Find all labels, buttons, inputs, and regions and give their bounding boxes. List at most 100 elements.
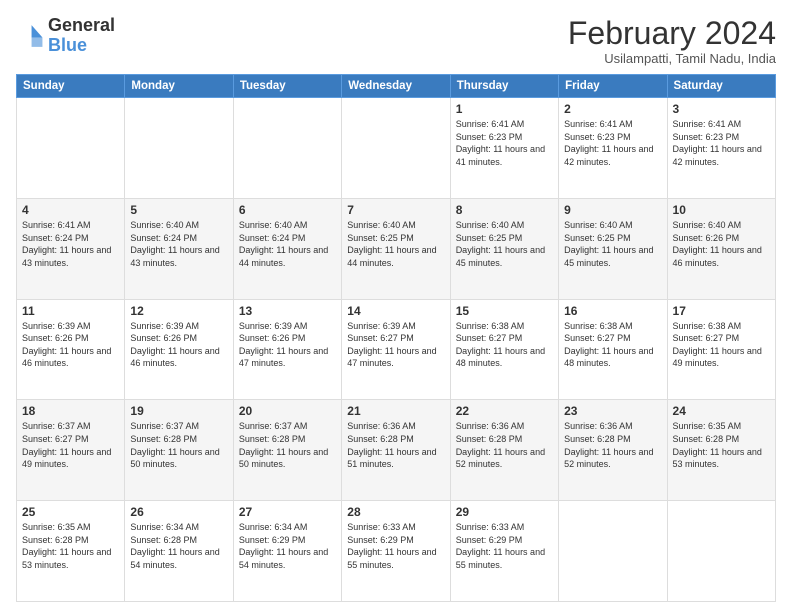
- day-info: Sunrise: 6:36 AM Sunset: 6:28 PM Dayligh…: [456, 420, 553, 470]
- day-number: 15: [456, 304, 553, 318]
- day-info: Sunrise: 6:40 AM Sunset: 6:24 PM Dayligh…: [239, 219, 336, 269]
- day-number: 18: [22, 404, 119, 418]
- day-number: 3: [673, 102, 770, 116]
- day-number: 19: [130, 404, 227, 418]
- table-row: 18 Sunrise: 6:37 AM Sunset: 6:27 PM Dayli…: [17, 400, 125, 501]
- calendar-week-1: 1 Sunrise: 6:41 AM Sunset: 6:23 PM Daylig…: [17, 98, 776, 199]
- day-info: Sunrise: 6:40 AM Sunset: 6:26 PM Dayligh…: [673, 219, 770, 269]
- day-info: Sunrise: 6:38 AM Sunset: 6:27 PM Dayligh…: [564, 320, 661, 370]
- table-row: 27Sunrise: 6:34 AM Sunset: 6:29 PM Dayli…: [233, 501, 341, 602]
- day-info: Sunrise: 6:37 AM Sunset: 6:28 PM Dayligh…: [130, 420, 227, 470]
- day-info: Sunrise: 6:33 AM Sunset: 6:29 PM Dayligh…: [456, 521, 553, 571]
- day-number: 28: [347, 505, 444, 519]
- day-info: Sunrise: 6:39 AM Sunset: 6:26 PM Dayligh…: [239, 320, 336, 370]
- day-number: 27: [239, 505, 336, 519]
- table-row: 10 Sunrise: 6:40 AM Sunset: 6:26 PM Dayli…: [667, 198, 775, 299]
- day-number: 14: [347, 304, 444, 318]
- day-info: Sunrise: 6:39 AM Sunset: 6:26 PM Dayligh…: [130, 320, 227, 370]
- day-info: Sunrise: 6:38 AM Sunset: 6:27 PM Dayligh…: [673, 320, 770, 370]
- table-row: 28 Sunrise: 6:33 AM Sunset: 6:29 PM Dayli…: [342, 501, 450, 602]
- day-number: 16: [564, 304, 661, 318]
- table-row: 29 Sunrise: 6:33 AM Sunset: 6:29 PM Dayli…: [450, 501, 558, 602]
- day-number: 24: [673, 404, 770, 418]
- table-row: [233, 98, 341, 199]
- day-number: 13: [239, 304, 336, 318]
- table-row: 13 Sunrise: 6:39 AM Sunset: 6:26 PM Dayli…: [233, 299, 341, 400]
- day-number: 1: [456, 102, 553, 116]
- calendar-week-5: 25 Sunrise: 6:35 AM Sunset: 6:28 PM Dayli…: [17, 501, 776, 602]
- day-info: Sunrise: 6:37 AM Sunset: 6:28 PM Dayligh…: [239, 420, 336, 470]
- table-row: 26 Sunrise: 6:34 AM Sunset: 6:28 PM Dayli…: [125, 501, 233, 602]
- table-row: 6 Sunrise: 6:40 AM Sunset: 6:24 PM Daylig…: [233, 198, 341, 299]
- table-row: 11Sunrise: 6:39 AM Sunset: 6:26 PM Dayli…: [17, 299, 125, 400]
- table-row: 25 Sunrise: 6:35 AM Sunset: 6:28 PM Dayli…: [17, 501, 125, 602]
- day-number: 29: [456, 505, 553, 519]
- logo: General Blue: [16, 16, 115, 56]
- day-number: 23: [564, 404, 661, 418]
- col-sunday: Sunday: [17, 75, 125, 98]
- table-row: 12 Sunrise: 6:39 AM Sunset: 6:26 PM Dayli…: [125, 299, 233, 400]
- table-row: 19 Sunrise: 6:37 AM Sunset: 6:28 PM Dayli…: [125, 400, 233, 501]
- table-row: 8Sunrise: 6:40 AM Sunset: 6:25 PM Daylig…: [450, 198, 558, 299]
- calendar-header-row: Sunday Monday Tuesday Wednesday Thursday…: [17, 75, 776, 98]
- table-row: 2Sunrise: 6:41 AM Sunset: 6:23 PM Daylig…: [559, 98, 667, 199]
- day-number: 10: [673, 203, 770, 217]
- table-row: 7 Sunrise: 6:40 AM Sunset: 6:25 PM Daylig…: [342, 198, 450, 299]
- day-number: 22: [456, 404, 553, 418]
- table-row: 15 Sunrise: 6:38 AM Sunset: 6:27 PM Dayli…: [450, 299, 558, 400]
- day-number: 9: [564, 203, 661, 217]
- calendar-week-4: 18 Sunrise: 6:37 AM Sunset: 6:27 PM Dayli…: [17, 400, 776, 501]
- table-row: [125, 98, 233, 199]
- table-row: 14Sunrise: 6:39 AM Sunset: 6:27 PM Dayli…: [342, 299, 450, 400]
- day-info: Sunrise: 6:41 AM Sunset: 6:23 PM Dayligh…: [673, 118, 770, 168]
- table-row: [559, 501, 667, 602]
- logo-icon: [16, 22, 44, 50]
- day-info: Sunrise: 6:37 AM Sunset: 6:27 PM Dayligh…: [22, 420, 119, 470]
- page: General Blue February 2024 Usilampatti, …: [0, 0, 792, 612]
- table-row: 9 Sunrise: 6:40 AM Sunset: 6:25 PM Daylig…: [559, 198, 667, 299]
- day-number: 25: [22, 505, 119, 519]
- title-block: February 2024 Usilampatti, Tamil Nadu, I…: [568, 16, 776, 66]
- day-number: 26: [130, 505, 227, 519]
- table-row: 22 Sunrise: 6:36 AM Sunset: 6:28 PM Dayli…: [450, 400, 558, 501]
- table-row: 5Sunrise: 6:40 AM Sunset: 6:24 PM Daylig…: [125, 198, 233, 299]
- day-info: Sunrise: 6:39 AM Sunset: 6:26 PM Dayligh…: [22, 320, 119, 370]
- col-monday: Monday: [125, 75, 233, 98]
- day-info: Sunrise: 6:36 AM Sunset: 6:28 PM Dayligh…: [564, 420, 661, 470]
- day-info: Sunrise: 6:33 AM Sunset: 6:29 PM Dayligh…: [347, 521, 444, 571]
- table-row: 21Sunrise: 6:36 AM Sunset: 6:28 PM Dayli…: [342, 400, 450, 501]
- day-number: 7: [347, 203, 444, 217]
- calendar-week-2: 4Sunrise: 6:41 AM Sunset: 6:24 PM Daylig…: [17, 198, 776, 299]
- table-row: 23 Sunrise: 6:36 AM Sunset: 6:28 PM Dayli…: [559, 400, 667, 501]
- day-number: 5: [130, 203, 227, 217]
- table-row: 1Sunrise: 6:41 AM Sunset: 6:23 PM Daylig…: [450, 98, 558, 199]
- day-info: Sunrise: 6:35 AM Sunset: 6:28 PM Dayligh…: [673, 420, 770, 470]
- calendar-table: Sunday Monday Tuesday Wednesday Thursday…: [16, 74, 776, 602]
- table-row: [667, 501, 775, 602]
- day-info: Sunrise: 6:40 AM Sunset: 6:25 PM Dayligh…: [564, 219, 661, 269]
- col-friday: Friday: [559, 75, 667, 98]
- table-row: [342, 98, 450, 199]
- col-tuesday: Tuesday: [233, 75, 341, 98]
- day-info: Sunrise: 6:41 AM Sunset: 6:24 PM Dayligh…: [22, 219, 119, 269]
- table-row: 17 Sunrise: 6:38 AM Sunset: 6:27 PM Dayli…: [667, 299, 775, 400]
- logo-text: General Blue: [48, 16, 115, 56]
- table-row: 16 Sunrise: 6:38 AM Sunset: 6:27 PM Dayli…: [559, 299, 667, 400]
- header: General Blue February 2024 Usilampatti, …: [16, 16, 776, 66]
- day-number: 17: [673, 304, 770, 318]
- table-row: 4Sunrise: 6:41 AM Sunset: 6:24 PM Daylig…: [17, 198, 125, 299]
- day-info: Sunrise: 6:36 AM Sunset: 6:28 PM Dayligh…: [347, 420, 444, 470]
- day-info: Sunrise: 6:41 AM Sunset: 6:23 PM Dayligh…: [564, 118, 661, 168]
- day-number: 12: [130, 304, 227, 318]
- day-number: 6: [239, 203, 336, 217]
- day-info: Sunrise: 6:38 AM Sunset: 6:27 PM Dayligh…: [456, 320, 553, 370]
- day-info: Sunrise: 6:34 AM Sunset: 6:28 PM Dayligh…: [130, 521, 227, 571]
- col-thursday: Thursday: [450, 75, 558, 98]
- col-wednesday: Wednesday: [342, 75, 450, 98]
- day-number: 20: [239, 404, 336, 418]
- day-info: Sunrise: 6:35 AM Sunset: 6:28 PM Dayligh…: [22, 521, 119, 571]
- day-info: Sunrise: 6:40 AM Sunset: 6:25 PM Dayligh…: [347, 219, 444, 269]
- table-row: 3 Sunrise: 6:41 AM Sunset: 6:23 PM Daylig…: [667, 98, 775, 199]
- col-saturday: Saturday: [667, 75, 775, 98]
- table-row: [17, 98, 125, 199]
